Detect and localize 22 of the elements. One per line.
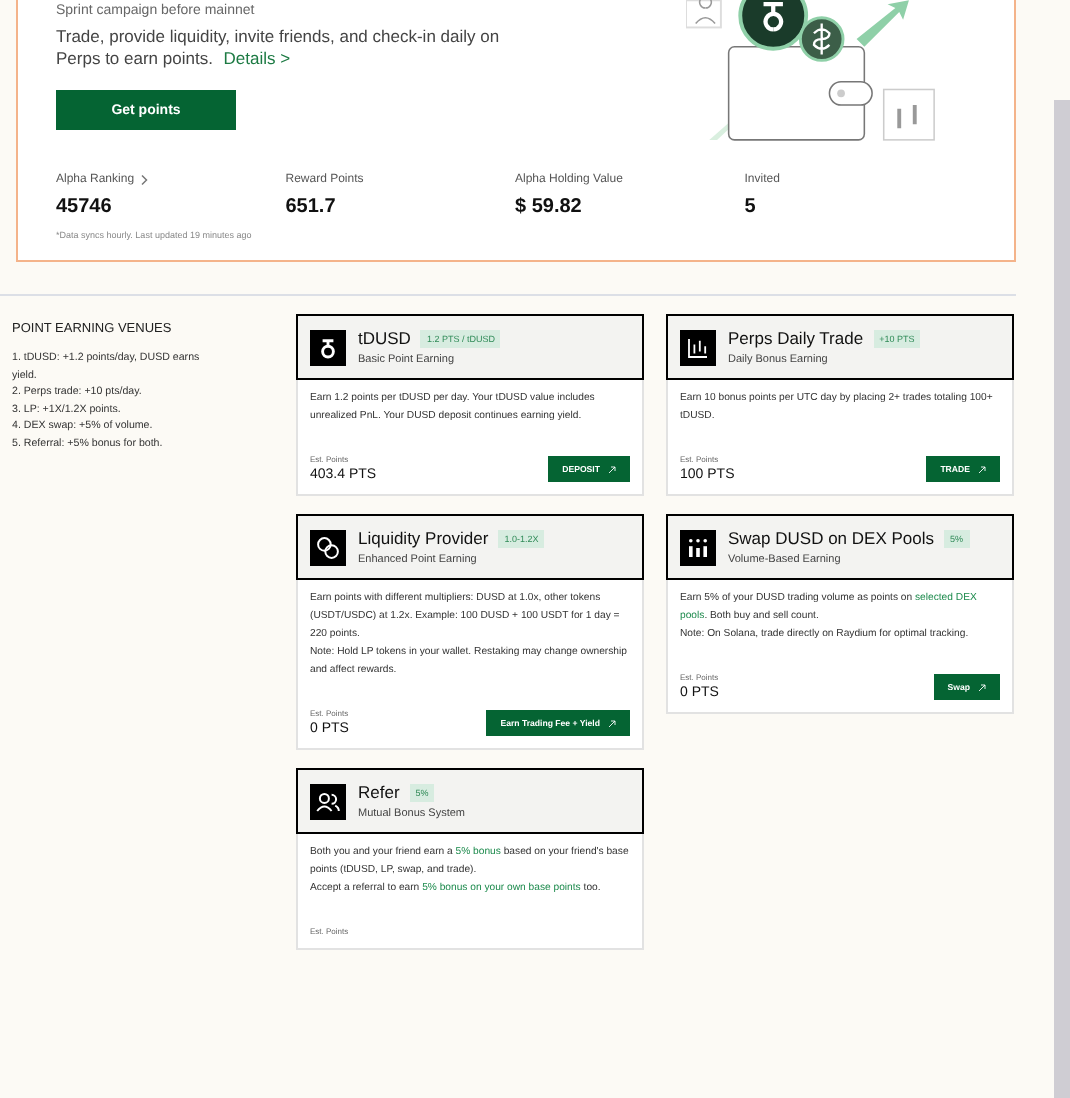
stat-value: 651.7 bbox=[285, 196, 338, 218]
stat-value: 5 bbox=[744, 196, 758, 218]
stat-value: $ 59.82 bbox=[515, 196, 584, 218]
campaign-description: Trade, provide liquidity, invite friends, and check-in daily on Perps to earn points. Details > bbox=[56, 26, 502, 70]
coins-icon bbox=[310, 529, 346, 565]
card-title: tDUSD bbox=[358, 328, 411, 348]
card-title: Perps Daily Trade bbox=[728, 328, 864, 348]
scrollbar-thumb[interactable] bbox=[1054, 100, 1070, 1098]
details-link[interactable]: Details > bbox=[223, 48, 291, 68]
people-icon bbox=[310, 783, 346, 819]
arrow-up-right-icon bbox=[608, 719, 616, 727]
card-title: Liquidity Provider bbox=[358, 528, 489, 548]
arrow-up-right-icon bbox=[978, 683, 986, 691]
card-title: Swap DUSD on DEX Pools bbox=[728, 528, 934, 548]
stat-value: 45746 bbox=[56, 196, 114, 218]
token-icon bbox=[310, 329, 346, 365]
arrow-up-right-icon bbox=[978, 465, 986, 473]
arrow-up-right-icon bbox=[608, 465, 616, 473]
pools-icon bbox=[680, 529, 716, 565]
candlestick-chart-icon bbox=[680, 329, 716, 365]
card-title: Refer bbox=[358, 782, 400, 802]
chevron-right-icon bbox=[140, 174, 151, 186]
